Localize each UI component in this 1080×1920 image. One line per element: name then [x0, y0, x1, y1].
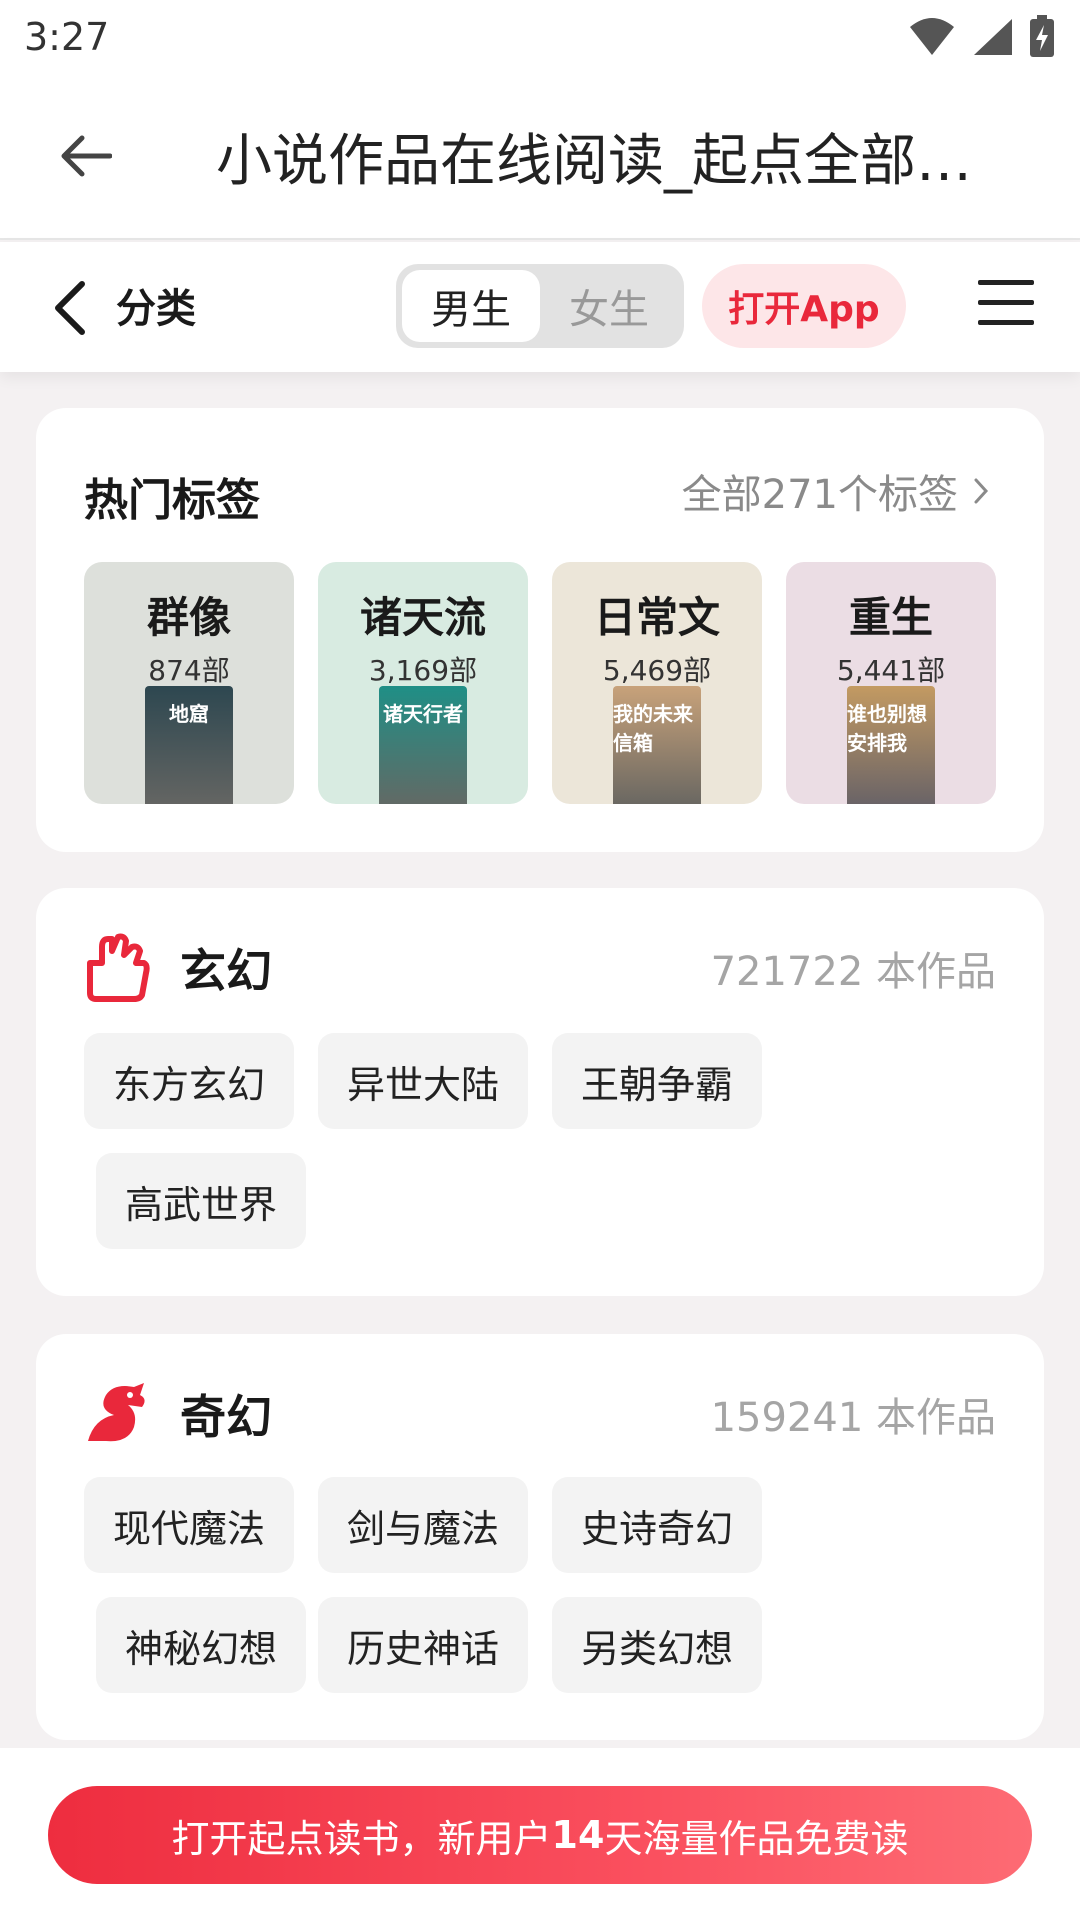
hot-tag-count: 5,469部	[602, 654, 712, 687]
browser-toolbar: 小说作品在线阅读_起点全部…	[0, 74, 1080, 240]
book-cover-title: 地窟	[169, 702, 209, 726]
category-count: 721722 本作品	[710, 949, 996, 995]
category-name: 玄幻	[180, 944, 272, 998]
dragon-icon	[88, 1383, 145, 1442]
back-chevron-icon[interactable]	[50, 278, 90, 338]
status-time: 3:27	[24, 15, 110, 59]
hot-tags-list: 群像 874部 地窟 诸天流 3,169部 诸天行者 日常文 5,469部 我的…	[84, 562, 996, 804]
arrow-left-icon	[61, 135, 112, 177]
all-tags-label: 全部271个标签	[681, 472, 958, 518]
cta-prefix: 打开起点读书，新用户	[171, 1816, 552, 1861]
category-header[interactable]: 玄幻 721722 本作品	[84, 928, 996, 1008]
hot-tag-name: 重生	[848, 593, 933, 642]
subtag[interactable]: 剑与魔法	[318, 1477, 528, 1573]
battery-icon	[1030, 15, 1054, 57]
category-card-xuanhuan: 玄幻 721722 本作品 东方玄幻 异世大陆 王朝争霸 高武世界	[36, 888, 1044, 1296]
hot-tag-count: 3,169部	[368, 654, 478, 687]
subtag[interactable]: 历史神话	[318, 1597, 528, 1693]
gender-option-male[interactable]: 男生	[402, 270, 540, 342]
chevron-right-icon	[974, 478, 989, 504]
hot-tag-name: 诸天流	[359, 593, 486, 642]
subtag[interactable]: 异世大陆	[318, 1033, 528, 1129]
gender-option-female[interactable]: 女生	[540, 270, 678, 342]
page-title: 分类	[116, 286, 196, 332]
book-cover-title: 谁也别想安排我	[847, 702, 927, 755]
hot-tag-count: 5,441部	[836, 654, 946, 687]
open-app-button[interactable]: 打开App	[702, 264, 906, 348]
book-cover: 诸天行者	[379, 686, 467, 804]
signal-icon	[974, 19, 1012, 55]
hot-tag-name: 日常文	[593, 593, 720, 642]
subtag[interactable]: 另类幻想	[552, 1597, 762, 1693]
book-cover-title: 我的未来信箱	[613, 702, 693, 755]
hot-tag[interactable]: 日常文 5,469部 我的未来信箱	[552, 562, 762, 804]
all-tags-link[interactable]: 全部271个标签	[682, 462, 990, 520]
hot-tags-card: 热门标签 全部271个标签 群像 874部 地窟 诸天流 3,169部 诸天行者…	[36, 408, 1044, 852]
cta-suffix: 天海量作品免费读	[604, 1816, 909, 1861]
subtag[interactable]: 东方玄幻	[84, 1033, 294, 1129]
book-cover: 谁也别想安排我	[847, 686, 935, 804]
open-app-cta-button[interactable]: 打开起点读书，新用户 14 天海量作品免费读	[48, 1786, 1032, 1884]
hot-tag-count: 874部	[148, 654, 230, 687]
hot-tag[interactable]: 群像 874部 地窟	[84, 562, 294, 804]
hamburger-icon	[978, 280, 1034, 285]
menu-button[interactable]	[978, 280, 1034, 330]
book-cover: 我的未来信箱	[613, 686, 701, 804]
hot-tag[interactable]: 重生 5,441部 谁也别想安排我	[786, 562, 996, 804]
cta-highlight: 14	[551, 1813, 605, 1857]
book-cover: 地窟	[145, 686, 233, 804]
hot-tag-name: 群像	[146, 593, 231, 642]
subtag[interactable]: 王朝争霸	[552, 1033, 762, 1129]
category-name: 奇幻	[180, 1390, 272, 1444]
category-card-qihuan: 奇幻 159241 本作品 现代魔法 剑与魔法 史诗奇幻 神秘幻想 历史神话 另…	[36, 1334, 1044, 1740]
subtag[interactable]: 神秘幻想	[96, 1597, 306, 1693]
subtag[interactable]: 高武世界	[96, 1153, 306, 1249]
hot-tags-title: 热门标签	[84, 475, 260, 526]
category-count: 159241 本作品	[710, 1395, 996, 1441]
status-bar: 3:27	[0, 0, 1080, 74]
subtag[interactable]: 史诗奇幻	[552, 1477, 762, 1573]
hot-tag[interactable]: 诸天流 3,169部 诸天行者	[318, 562, 528, 804]
app-header: 分类 男生 女生 打开App	[0, 242, 1080, 372]
gender-toggle: 男生 女生	[396, 264, 684, 348]
fist-icon	[87, 933, 150, 1002]
browser-back-button[interactable]	[0, 73, 170, 239]
wifi-icon	[910, 18, 954, 55]
book-cover-title: 诸天行者	[383, 702, 463, 726]
subtag[interactable]: 现代魔法	[84, 1477, 294, 1573]
browser-page-title: 小说作品在线阅读_起点全部…	[216, 128, 972, 194]
category-header[interactable]: 奇幻 159241 本作品	[84, 1374, 996, 1454]
bottom-bar: 打开起点读书，新用户 14 天海量作品免费读	[0, 1748, 1080, 1920]
status-icons	[908, 15, 1056, 59]
